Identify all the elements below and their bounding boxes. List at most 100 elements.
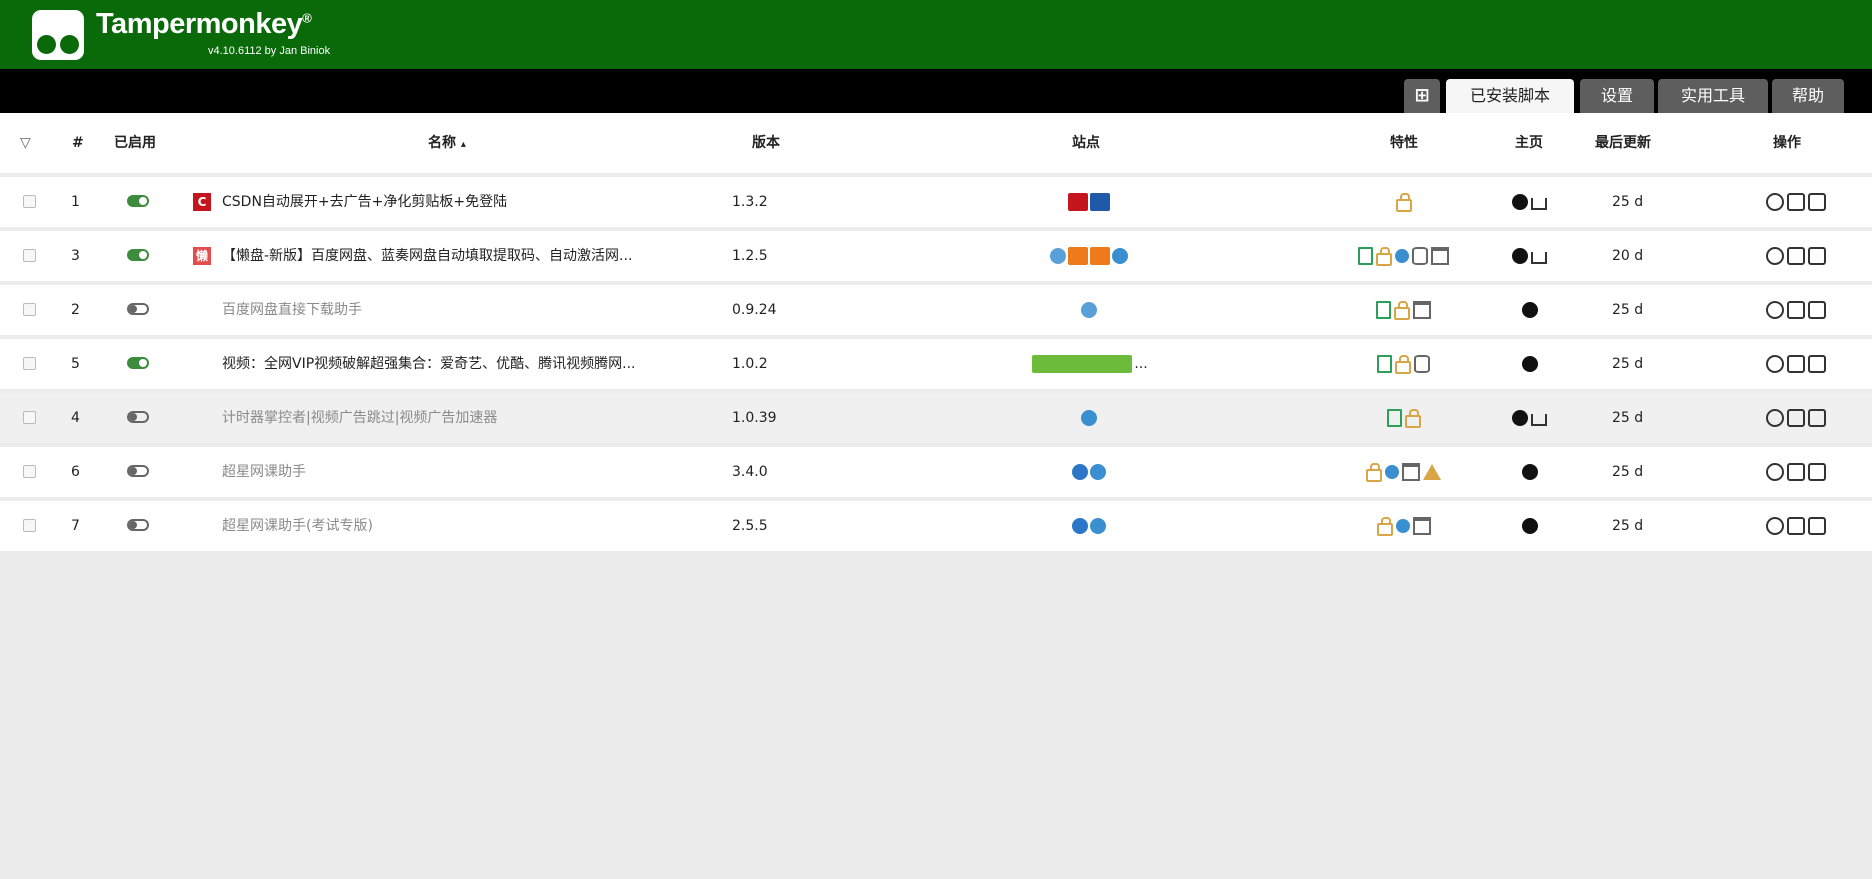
row-select-checkbox[interactable]: [23, 303, 36, 316]
home-icon[interactable]: [1531, 198, 1547, 210]
last-updated: 25 d: [1612, 464, 1644, 480]
win-icon: [1431, 247, 1449, 265]
lock-icon: [1395, 192, 1412, 212]
col-name[interactable]: 名称 ▴: [428, 113, 466, 175]
homepage-link-icon[interactable]: [1512, 410, 1528, 426]
script-name-link[interactable]: 超星网课助手: [222, 447, 306, 497]
col-num[interactable]: #: [72, 113, 84, 173]
edit-icon[interactable]: [1787, 409, 1805, 427]
tab-add-script[interactable]: ⊞: [1404, 79, 1440, 113]
trash-icon[interactable]: [1808, 355, 1826, 373]
col-version[interactable]: 版本: [752, 113, 780, 173]
row-number: 4: [71, 410, 80, 426]
row-select-checkbox[interactable]: [23, 357, 36, 370]
enabled-toggle[interactable]: [127, 195, 149, 207]
toggle-knob: [139, 251, 147, 259]
site-cloud-icon[interactable]: [1081, 302, 1097, 318]
row-select-checkbox[interactable]: [23, 411, 36, 424]
filter-icon[interactable]: ▽: [20, 113, 31, 173]
script-name-link[interactable]: 视频：全网VIP视频破解超强集合：爱奇艺、优酷、腾讯视频腾网...: [222, 339, 636, 389]
edit-icon[interactable]: [1787, 301, 1805, 319]
col-homepage[interactable]: 主页: [1515, 113, 1543, 173]
enabled-toggle[interactable]: [127, 465, 149, 477]
homepage-link-icon[interactable]: [1512, 194, 1528, 210]
edit-icon[interactable]: [1787, 247, 1805, 265]
settings-icon[interactable]: [1766, 463, 1784, 481]
app-header: Tampermonkey® v4.10.6112 by Jan Biniok: [0, 0, 1872, 69]
homepage-link-icon[interactable]: [1521, 464, 1538, 480]
homepage-link-icon[interactable]: [1521, 518, 1538, 534]
settings-icon[interactable]: [1766, 301, 1784, 319]
home-icon[interactable]: [1531, 252, 1547, 264]
script-name-link[interactable]: 超星网课助手(考试专版): [222, 501, 373, 551]
edit-icon[interactable]: [1787, 517, 1805, 535]
enabled-toggle[interactable]: [127, 519, 149, 531]
settings-icon[interactable]: [1766, 517, 1784, 535]
edit-icon[interactable]: [1787, 355, 1805, 373]
site-multi-icon[interactable]: [1032, 355, 1133, 373]
homepage-link-icon[interactable]: [1521, 356, 1538, 372]
site-orange2-icon[interactable]: [1090, 247, 1110, 265]
settings-icon[interactable]: [1766, 409, 1784, 427]
site-globe-icon[interactable]: [1081, 410, 1097, 426]
trash-icon[interactable]: [1808, 463, 1826, 481]
col-updated[interactable]: 最后更新: [1595, 113, 1651, 173]
script-name-link[interactable]: 百度网盘直接下载助手: [222, 285, 362, 335]
db-icon: [1414, 355, 1430, 373]
row-select-checkbox[interactable]: [23, 519, 36, 532]
col-actions[interactable]: 操作: [1773, 113, 1801, 173]
enabled-toggle[interactable]: [127, 357, 149, 369]
site-globe-icon[interactable]: [1112, 248, 1128, 264]
site-orange1-icon[interactable]: [1068, 247, 1088, 265]
tab-utilities[interactable]: 实用工具: [1658, 79, 1768, 113]
last-updated: 25 d: [1612, 302, 1644, 318]
site-clock-icon[interactable]: [1090, 518, 1106, 534]
trash-icon[interactable]: [1808, 301, 1826, 319]
home-icon[interactable]: [1531, 414, 1547, 426]
row-select-checkbox[interactable]: [23, 465, 36, 478]
actions-cell: [1766, 177, 1829, 227]
tab-settings[interactable]: 设置: [1580, 79, 1654, 113]
row-select-checkbox[interactable]: [23, 249, 36, 262]
edit-icon[interactable]: [1787, 193, 1805, 211]
trash-icon[interactable]: [1808, 409, 1826, 427]
trash-icon[interactable]: [1808, 193, 1826, 211]
site-ie-icon[interactable]: [1072, 464, 1088, 480]
doc-icon: [1376, 301, 1391, 319]
col-features[interactable]: 特性: [1390, 113, 1418, 173]
col-sites[interactable]: 站点: [1072, 113, 1100, 173]
script-name-link[interactable]: CSDN自动展开+去广告+净化剪贴板+免登陆: [222, 177, 507, 227]
enabled-toggle[interactable]: [127, 411, 149, 423]
tab-installed-scripts[interactable]: 已安装脚本: [1446, 79, 1574, 113]
tab-help[interactable]: 帮助: [1772, 79, 1844, 113]
last-updated: 20 d: [1612, 248, 1644, 264]
trash-icon[interactable]: [1808, 517, 1826, 535]
scripts-table: ▽ # 已启用 名称 ▴ 版本 站点 特性 主页 最后更新 操作 1 C CSDN自…: [0, 113, 1872, 551]
row-select-checkbox[interactable]: [23, 195, 36, 208]
trash-icon[interactable]: [1808, 247, 1826, 265]
doc-icon: [1358, 247, 1373, 265]
site-cloud-icon[interactable]: [1050, 248, 1066, 264]
site-csdn-g-icon[interactable]: [1090, 193, 1110, 211]
homepage-link-icon[interactable]: [1512, 248, 1528, 264]
edit-icon[interactable]: [1787, 463, 1805, 481]
actions-cell: [1766, 285, 1829, 335]
settings-icon[interactable]: [1766, 247, 1784, 265]
script-name-link[interactable]: 【懒盘-新版】百度网盘、蓝奏网盘自动填取提取码、自动激活网...: [222, 231, 632, 281]
col-enabled[interactable]: 已启用: [114, 113, 156, 173]
lock-icon: [1376, 246, 1392, 266]
last-updated: 25 d: [1612, 410, 1644, 426]
site-clock-icon[interactable]: [1090, 464, 1106, 480]
enabled-toggle[interactable]: [127, 249, 149, 261]
homepage-link-icon[interactable]: [1521, 302, 1538, 318]
settings-icon[interactable]: [1766, 355, 1784, 373]
lock-icon: [1366, 462, 1382, 482]
lock-icon: [1376, 516, 1393, 536]
globe-icon: [1395, 249, 1409, 263]
enabled-toggle[interactable]: [127, 303, 149, 315]
toggle-knob: [129, 413, 137, 421]
site-csdn-c-icon[interactable]: [1068, 193, 1088, 211]
script-name-link[interactable]: 计时器掌控者|视频广告跳过|视频广告加速器: [222, 393, 497, 443]
site-ie-icon[interactable]: [1072, 518, 1088, 534]
settings-icon[interactable]: [1766, 193, 1784, 211]
